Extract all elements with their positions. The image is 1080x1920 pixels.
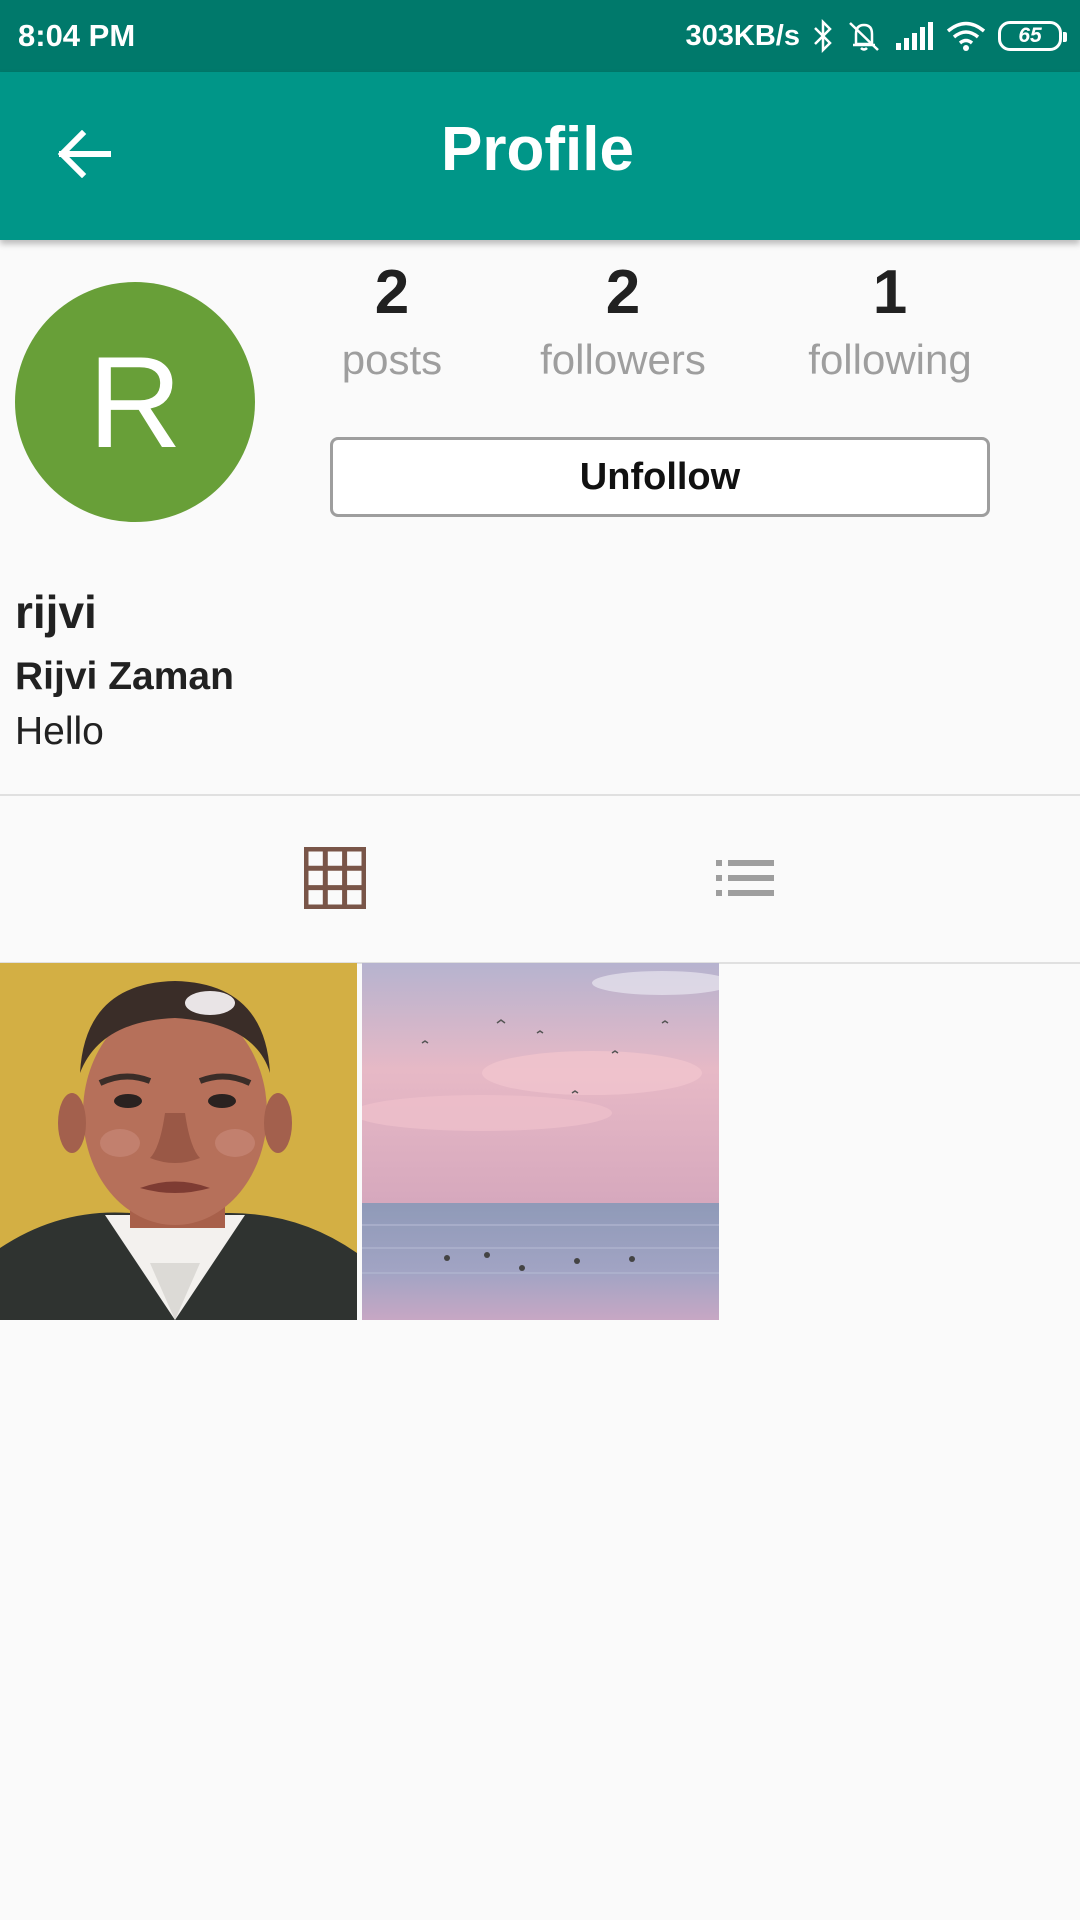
stat-posts[interactable]: 2 posts (282, 255, 502, 389)
app-bar: Profile (0, 72, 1080, 240)
bio: Hello (15, 710, 104, 753)
avatar-initial: R (88, 329, 182, 475)
stat-posts-value: 2 (374, 258, 410, 327)
divider (0, 794, 1080, 796)
network-speed: 303KB/s (685, 19, 800, 52)
stat-following-label: following (808, 336, 972, 383)
full-name: Rijvi Zaman (15, 655, 234, 698)
mute-bell-icon (846, 19, 882, 53)
bluetooth-icon (812, 19, 834, 53)
stat-followers-label: followers (540, 336, 706, 383)
battery-level: 65 (1018, 24, 1042, 47)
signal-icon (894, 21, 934, 51)
username: rijvi (15, 586, 97, 638)
unfollow-button[interactable]: Unfollow (330, 437, 990, 517)
status-bar: 8:04 PM 303KB/s 65 (0, 0, 1080, 72)
grid-icon (303, 846, 367, 914)
post-thumbnail-sea[interactable] (362, 963, 719, 1320)
status-indicators: 303KB/s 65 (685, 19, 1067, 53)
status-time: 8:04 PM (18, 18, 136, 53)
stat-posts-label: posts (341, 336, 443, 383)
page-title: Profile (441, 115, 634, 184)
stat-followers-value: 2 (605, 258, 641, 327)
avatar: R (15, 282, 255, 522)
tab-list[interactable] (475, 800, 1015, 960)
wifi-icon (946, 20, 986, 52)
list-icon (716, 859, 774, 902)
post-thumbnail-portrait[interactable] (0, 963, 357, 1320)
battery-icon: 65 (998, 21, 1067, 51)
sea-image (362, 963, 719, 1320)
portrait-image (0, 963, 357, 1320)
stat-following-value: 1 (872, 258, 908, 327)
stat-followers[interactable]: 2 followers (513, 255, 733, 389)
stat-following[interactable]: 1 following (780, 255, 1000, 389)
